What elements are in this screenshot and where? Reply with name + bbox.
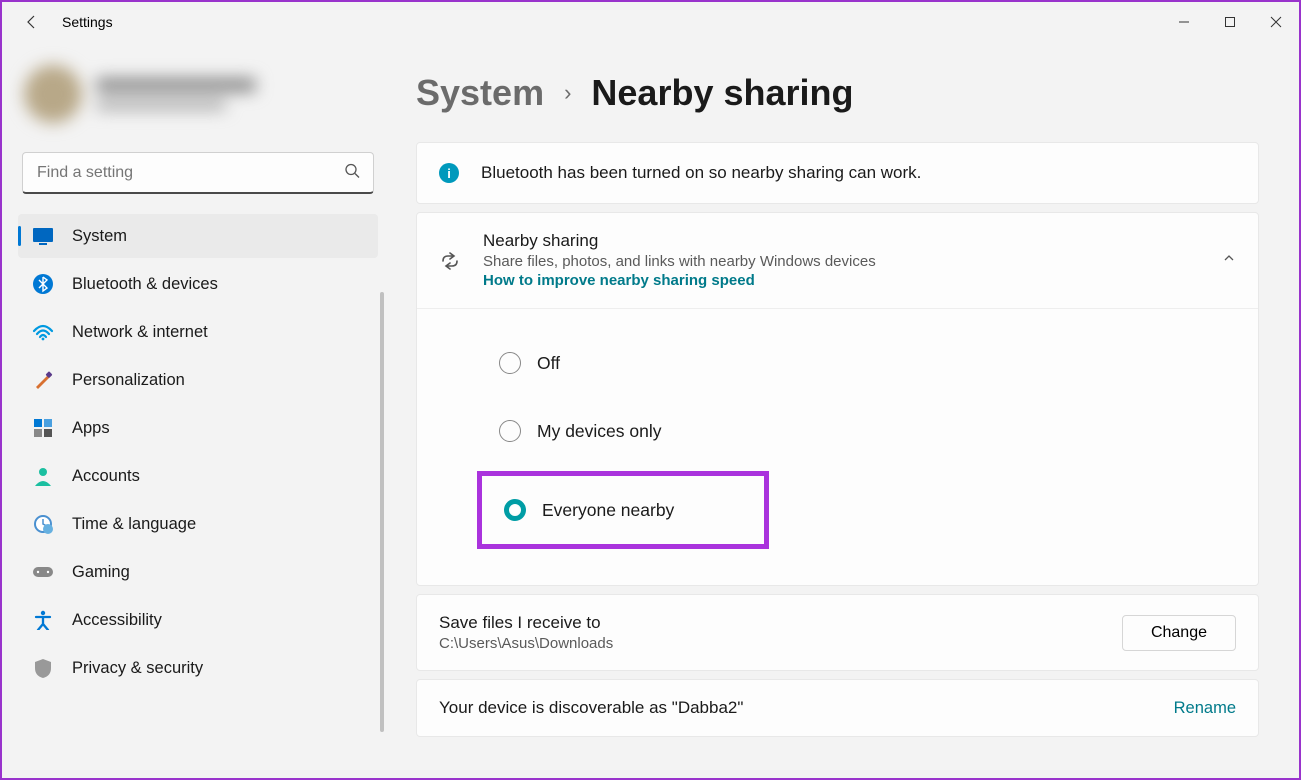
accessibility-icon <box>32 609 54 631</box>
sidebar-item-label: Time & language <box>72 515 196 534</box>
sidebar-item-time[interactable]: Time & language <box>18 502 378 546</box>
sidebar-item-label: Apps <box>72 419 110 438</box>
sidebar-item-label: Network & internet <box>72 323 208 342</box>
radio-group: Off My devices only Everyone nearby <box>417 308 1258 585</box>
discoverable-row[interactable]: Your device is discoverable as "Dabba2" … <box>416 679 1259 737</box>
radio-label: My devices only <box>537 421 662 442</box>
sidebar-item-privacy[interactable]: Privacy & security <box>18 646 378 690</box>
apps-icon <box>32 417 54 439</box>
rename-link[interactable]: Rename <box>1174 699 1236 718</box>
system-icon <box>32 225 54 247</box>
breadcrumb: System › Nearby sharing <box>416 72 1259 114</box>
search-container <box>22 152 374 194</box>
share-icon <box>439 250 461 272</box>
accounts-icon <box>32 465 54 487</box>
sidebar-item-label: Personalization <box>72 371 185 390</box>
radio-icon <box>499 420 521 442</box>
sidebar-item-label: Gaming <box>72 563 130 582</box>
time-icon <box>32 513 54 535</box>
radio-my-devices[interactable]: My devices only <box>477 397 1258 465</box>
nav-list: System Bluetooth & devices Network & int… <box>18 210 378 778</box>
sidebar-item-network[interactable]: Network & internet <box>18 310 378 354</box>
radio-everyone[interactable]: Everyone nearby <box>482 476 764 544</box>
gaming-icon <box>32 561 54 583</box>
sidebar-item-apps[interactable]: Apps <box>18 406 378 450</box>
info-icon: i <box>439 163 459 183</box>
expander-subtitle: Share files, photos, and links with near… <box>483 253 1200 270</box>
sidebar-item-system[interactable]: System <box>18 214 378 258</box>
window-title: Settings <box>62 14 113 30</box>
back-button[interactable] <box>12 2 52 42</box>
change-button[interactable]: Change <box>1122 615 1236 651</box>
save-location-path: C:\Users\Asus\Downloads <box>439 635 1122 652</box>
chevron-right-icon: › <box>564 80 571 106</box>
expander-title: Nearby sharing <box>483 231 1200 251</box>
info-banner: i Bluetooth has been turned on so nearby… <box>416 142 1259 204</box>
minimize-button[interactable] <box>1161 6 1207 38</box>
save-location-row[interactable]: Save files I receive to C:\Users\Asus\Do… <box>416 594 1259 671</box>
titlebar: Settings <box>2 2 1299 42</box>
expander-header[interactable]: Nearby sharing Share files, photos, and … <box>417 213 1258 308</box>
sidebar-item-bluetooth[interactable]: Bluetooth & devices <box>18 262 378 306</box>
highlight-annotation: Everyone nearby <box>477 471 769 549</box>
profile-block[interactable] <box>18 54 378 144</box>
sidebar-item-personalization[interactable]: Personalization <box>18 358 378 402</box>
sidebar-item-gaming[interactable]: Gaming <box>18 550 378 594</box>
radio-off[interactable]: Off <box>477 329 1258 397</box>
sidebar-item-label: Privacy & security <box>72 659 203 678</box>
chevron-up-icon[interactable] <box>1222 251 1236 270</box>
radio-icon-selected <box>504 499 526 521</box>
sidebar-item-label: Bluetooth & devices <box>72 275 218 294</box>
sidebar: System Bluetooth & devices Network & int… <box>2 42 394 778</box>
maximize-button[interactable] <box>1207 6 1253 38</box>
radio-label: Everyone nearby <box>542 500 674 521</box>
sidebar-scrollbar[interactable] <box>380 292 384 732</box>
sidebar-item-accounts[interactable]: Accounts <box>18 454 378 498</box>
info-text: Bluetooth has been turned on so nearby s… <box>481 163 921 183</box>
bluetooth-icon <box>32 273 54 295</box>
sidebar-item-label: Accounts <box>72 467 140 486</box>
avatar <box>24 65 82 123</box>
close-button[interactable] <box>1253 6 1299 38</box>
improve-speed-link[interactable]: How to improve nearby sharing speed <box>483 272 755 289</box>
nearby-sharing-expander: Nearby sharing Share files, photos, and … <box>416 212 1259 586</box>
sidebar-item-label: System <box>72 227 127 246</box>
page-title: Nearby sharing <box>591 72 853 114</box>
paint-icon <box>32 369 54 391</box>
main-content: System › Nearby sharing i Bluetooth has … <box>394 42 1299 778</box>
sidebar-item-accessibility[interactable]: Accessibility <box>18 598 378 642</box>
save-location-title: Save files I receive to <box>439 613 1122 633</box>
breadcrumb-parent[interactable]: System <box>416 72 544 114</box>
wifi-icon <box>32 321 54 343</box>
privacy-icon <box>32 657 54 679</box>
search-icon <box>344 163 360 184</box>
window-controls <box>1161 6 1299 38</box>
search-input[interactable] <box>22 152 374 194</box>
radio-label: Off <box>537 353 560 374</box>
discoverable-text: Your device is discoverable as "Dabba2" <box>439 698 1174 718</box>
radio-icon <box>499 352 521 374</box>
sidebar-item-label: Accessibility <box>72 611 162 630</box>
